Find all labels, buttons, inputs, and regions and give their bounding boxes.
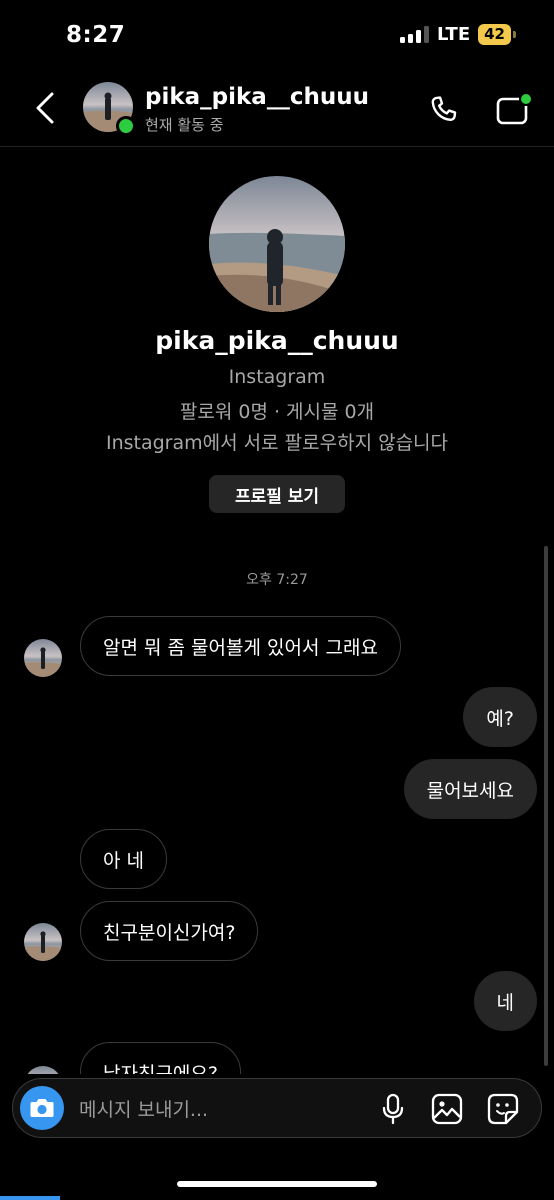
profile-follow-relation: Instagram에서 서로 팔로우하지 않습니다 [105,432,449,454]
message-bubble-outgoing[interactable]: 예? [463,687,537,747]
status-indicators: LTE 42 [400,24,516,45]
message-bubble-incoming[interactable]: 알면 뭐 좀 물어볼게 있어서 그래요 [80,616,401,676]
message-bubble-outgoing[interactable]: 네 [473,971,537,1031]
status-time: 8:27 [66,22,126,48]
message-bubble-incoming[interactable]: 아 네 [80,829,167,889]
profile-avatar[interactable] [209,176,345,312]
home-indicator[interactable] [177,1181,377,1187]
message-composer[interactable]: 메시지 보내기... [12,1078,542,1138]
profile-stats: 팔로워 0명 · 게시물 0개 [179,401,375,423]
chat-header: pika_pika__chuuu 현재 활동 중 [0,76,554,147]
dm-screen: 8:27 LTE 42 pika_pika__chuuu 현재 활동 중 pik… [0,0,554,1200]
camera-icon[interactable] [20,1086,64,1130]
sender-avatar[interactable] [24,639,62,677]
header-username[interactable]: pika_pika__chuuu [145,84,369,110]
corner-strip [0,1196,60,1200]
video-camera-icon[interactable] [492,90,536,130]
carrier-label: LTE [437,24,471,45]
microphone-icon[interactable] [377,1091,409,1127]
signal-icon [400,26,430,43]
scrollbar[interactable] [544,546,548,1066]
gallery-icon[interactable] [429,1091,465,1127]
battery-level: 42 [478,24,511,45]
message-bubble-outgoing[interactable]: 물어보세요 [403,759,537,819]
sender-avatar[interactable] [24,923,62,961]
profile-username: pika_pika__chuuu [155,326,399,355]
view-profile-button[interactable]: 프로필 보기 [209,475,345,513]
header-active-status: 현재 활동 중 [145,116,224,134]
battery-icon: 42 [478,24,516,45]
profile-app-label: Instagram [228,366,326,388]
message-timestamp: 오후 7:27 [246,572,308,588]
phone-icon[interactable] [424,90,464,130]
online-status-dot [116,116,136,136]
message-bubble-incoming[interactable]: 친구분이신가여? [80,901,259,961]
chevron-left-icon[interactable] [30,88,60,128]
sticker-icon[interactable] [485,1091,521,1127]
message-input[interactable]: 메시지 보내기... [79,1095,208,1122]
